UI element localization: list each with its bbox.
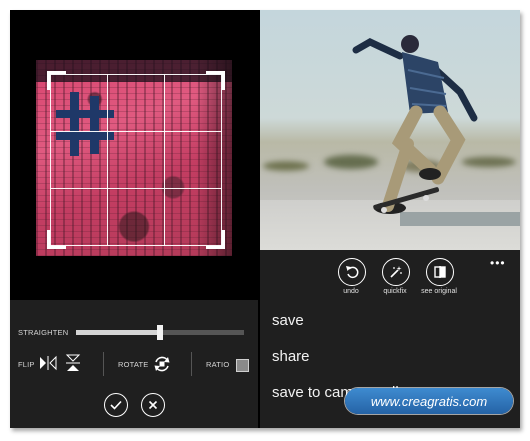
crop-handle-bottom-left[interactable] bbox=[47, 230, 66, 249]
flip-label: FLIP bbox=[18, 360, 35, 369]
straighten-slider-thumb[interactable] bbox=[157, 325, 163, 340]
see-original-label: see original bbox=[421, 288, 457, 295]
crop-photo[interactable] bbox=[36, 60, 232, 256]
ratio-icon[interactable] bbox=[236, 359, 249, 372]
more-options-button[interactable]: ••• bbox=[490, 256, 506, 270]
crop-handle-top-right[interactable] bbox=[206, 71, 225, 90]
flip-horizontal-icon[interactable] bbox=[39, 355, 57, 371]
undo-icon bbox=[346, 266, 359, 279]
crop-grid-line bbox=[164, 74, 165, 246]
ratio-label: RATIO bbox=[206, 360, 230, 369]
crop-editor-screen: STRAIGHTEN FLIP ROTATE RATIO bbox=[10, 10, 258, 428]
undo-button[interactable] bbox=[338, 258, 366, 286]
checkmark-icon bbox=[110, 400, 122, 410]
straighten-slider[interactable] bbox=[76, 325, 244, 340]
watermark-badge: www.creagratis.com bbox=[345, 388, 513, 414]
menu-item-share[interactable]: share bbox=[272, 348, 310, 365]
straighten-label: STRAIGHTEN bbox=[18, 328, 69, 337]
quickfix-button[interactable] bbox=[382, 258, 410, 286]
crop-grid-line bbox=[50, 74, 51, 246]
crop-handle-bottom-right[interactable] bbox=[206, 230, 225, 249]
flip-vertical-icon[interactable] bbox=[65, 354, 81, 372]
confirm-button[interactable] bbox=[104, 393, 128, 417]
crop-grid-line bbox=[50, 74, 222, 75]
straighten-slider-fill bbox=[76, 330, 160, 335]
crop-grid-line bbox=[50, 188, 222, 189]
crop-grid-line bbox=[50, 131, 222, 132]
menu-item-save[interactable]: save bbox=[272, 312, 304, 329]
see-original-button[interactable] bbox=[426, 258, 454, 286]
app-screens: STRAIGHTEN FLIP ROTATE RATIO undo quickf… bbox=[10, 10, 520, 428]
toolbar-divider bbox=[103, 352, 104, 376]
rotate-icon[interactable] bbox=[152, 354, 172, 374]
close-icon bbox=[148, 400, 158, 410]
crop-grid-line bbox=[221, 74, 222, 246]
compare-icon bbox=[434, 266, 446, 278]
crop-grid-line bbox=[50, 245, 222, 246]
magic-wand-icon bbox=[390, 266, 402, 278]
preview-photo bbox=[260, 10, 520, 250]
graffiti-hash-mark bbox=[56, 92, 114, 156]
cancel-button[interactable] bbox=[141, 393, 165, 417]
skateboarder-figure bbox=[352, 35, 478, 214]
toolbar-divider bbox=[191, 352, 192, 376]
crop-handle-top-left[interactable] bbox=[47, 71, 66, 90]
crop-grid-line bbox=[107, 74, 108, 246]
save-screen: undo quickfix see original ••• save shar… bbox=[260, 10, 520, 428]
rotate-label: ROTATE bbox=[118, 360, 149, 369]
